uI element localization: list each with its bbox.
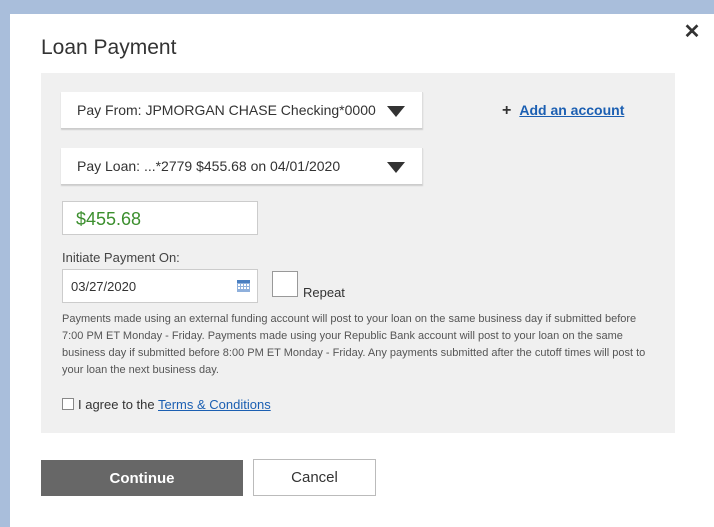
pay-loan-label: Pay Loan: ...*2779 $455.68 on 04/01/2020	[77, 158, 341, 174]
cutoff-disclaimer-text: Payments made using an external funding …	[62, 313, 646, 376]
pay-from-select[interactable]: Pay From: JPMORGAN CHASE Checking*0000	[61, 92, 423, 129]
loan-payment-dialog: ✕ Loan Payment Pay From: JPMORGAN CHASE …	[10, 14, 714, 527]
terms-agreement-row: I agree to the Terms & Conditions	[62, 397, 271, 412]
terms-conditions-link[interactable]: Terms & Conditions	[158, 397, 271, 412]
pay-loan-select[interactable]: Pay Loan: ...*2779 $455.68 on 04/01/2020	[61, 148, 423, 185]
payment-amount-input[interactable]: $455.68	[62, 201, 258, 235]
payment-date-input[interactable]: 03/27/2020	[62, 269, 258, 303]
terms-prefix-text: I agree to the	[78, 397, 158, 412]
payment-date-value: 03/27/2020	[71, 279, 137, 294]
chevron-down-icon	[387, 106, 405, 117]
dialog-title: Loan Payment	[41, 36, 177, 59]
continue-button[interactable]: Continue	[41, 460, 243, 496]
initiate-payment-label: Initiate Payment On:	[62, 250, 180, 265]
calendar-icon[interactable]	[237, 280, 250, 292]
repeat-checkbox[interactable]	[272, 271, 298, 297]
cancel-button[interactable]: Cancel	[253, 459, 376, 496]
payment-form-panel: Pay From: JPMORGAN CHASE Checking*0000 +…	[41, 73, 675, 433]
plus-icon: +	[502, 102, 512, 119]
chevron-down-icon	[387, 162, 405, 173]
add-account-link-group: + Add an account	[502, 102, 624, 120]
terms-checkbox[interactable]	[62, 398, 74, 410]
close-icon[interactable]: ✕	[682, 22, 702, 42]
pay-from-label: Pay From: JPMORGAN CHASE Checking*0000	[77, 102, 376, 118]
repeat-label: Repeat	[303, 285, 345, 300]
add-account-link[interactable]: Add an account	[519, 102, 624, 118]
